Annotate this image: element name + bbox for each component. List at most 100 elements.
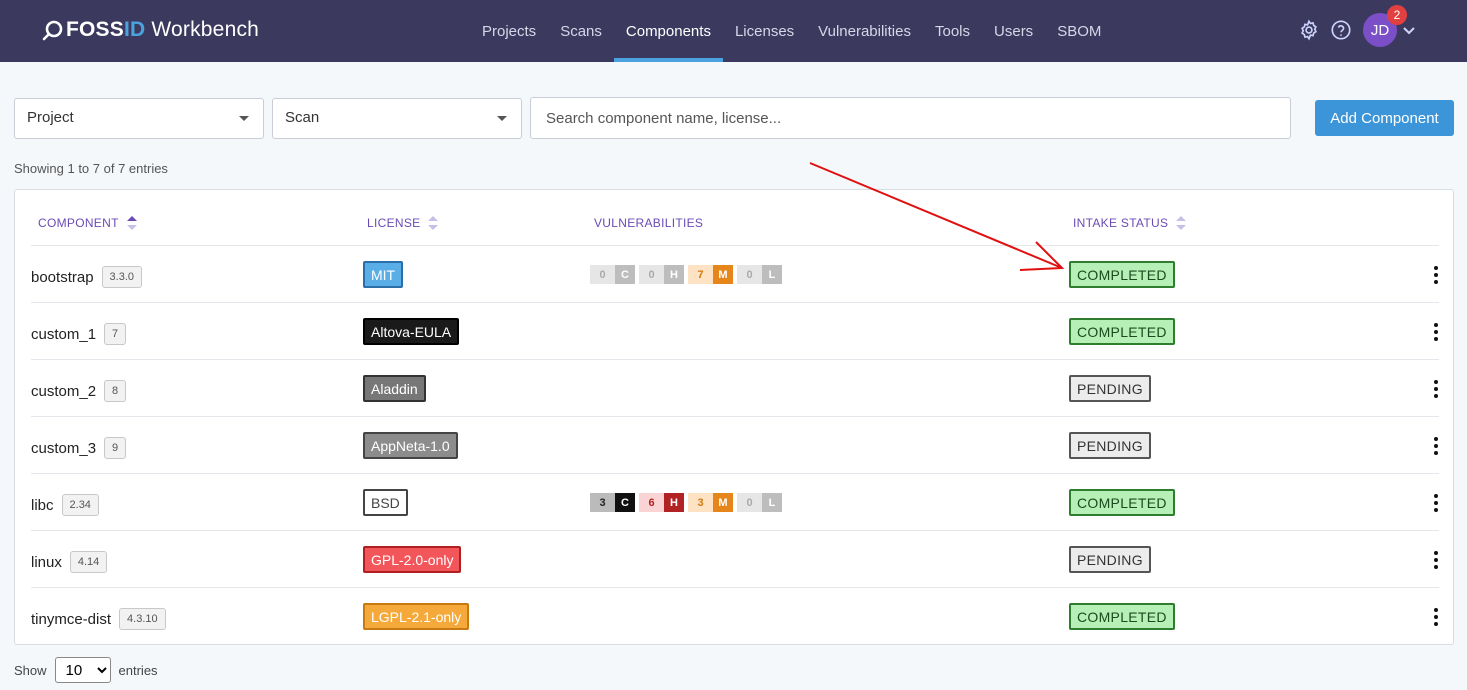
license-badge[interactable]: MIT xyxy=(363,261,404,288)
vuln-count: 0 xyxy=(639,265,664,284)
row-actions-menu-icon[interactable] xyxy=(1429,378,1443,400)
vuln-severity-label: C xyxy=(615,493,635,512)
vuln-count: 6 xyxy=(639,493,664,512)
user-initials: JD xyxy=(1370,21,1390,39)
sort-icon xyxy=(428,216,439,230)
vuln-count: 7 xyxy=(688,265,713,284)
intake-status-badge: COMPLETED xyxy=(1069,603,1175,630)
user-avatar[interactable]: JD 2 xyxy=(1363,5,1407,47)
component-name-cell: tinymce-dist 4.3.10 xyxy=(31,608,166,630)
component-name[interactable]: bootstrap xyxy=(31,269,94,286)
version-badge: 4.14 xyxy=(69,551,108,573)
top-navbar: FOSSID Workbench Projects Scans Components… xyxy=(0,0,1467,62)
component-name-cell: linux 4.14 xyxy=(31,551,108,573)
column-header-license[interactable]: LICENSE xyxy=(367,216,439,230)
gear-icon[interactable] xyxy=(1297,18,1321,42)
page-size-select[interactable]: 10 xyxy=(54,657,111,683)
table-footer: Show 10 entries xyxy=(14,657,158,683)
entries-label: entries xyxy=(118,662,158,678)
component-name-cell: bootstrap 3.3.0 xyxy=(31,266,143,288)
column-header-vulnerabilities: VULNERABILITIES xyxy=(594,216,704,230)
intake-status-badge: COMPLETED xyxy=(1069,318,1175,345)
vuln-severity-label: L xyxy=(762,493,782,512)
version-badge: 2.34 xyxy=(61,494,99,516)
version-badge: 3.3.0 xyxy=(101,266,143,288)
table-row[interactable]: custom_2 8 Aladdin PENDING xyxy=(31,360,1439,417)
notification-badge: 2 xyxy=(1387,5,1407,25)
nav-sbom[interactable]: SBOM xyxy=(1045,0,1113,62)
component-name[interactable]: custom_3 xyxy=(31,440,96,457)
license-badge[interactable]: BSD xyxy=(363,489,408,516)
vuln-severity-label: M xyxy=(713,265,733,284)
nav-vulnerabilities[interactable]: Vulnerabilities xyxy=(806,0,923,62)
version-badge: 8 xyxy=(104,380,127,402)
table-row[interactable]: linux 4.14 GPL-2.0-only PENDING xyxy=(31,531,1439,588)
license-badge[interactable]: AppNeta-1.0 xyxy=(363,432,458,459)
table-row[interactable]: tinymce-dist 4.3.10 LGPL-2.1-only COMPLE… xyxy=(31,588,1439,645)
row-actions-menu-icon[interactable] xyxy=(1429,549,1443,571)
license-badge[interactable]: GPL-2.0-only xyxy=(363,546,462,573)
component-name[interactable]: linux xyxy=(31,554,62,571)
project-select[interactable]: Project xyxy=(14,98,264,139)
component-name[interactable]: libc xyxy=(31,497,54,514)
project-select-label: Project xyxy=(27,109,74,126)
user-area: JD 2 xyxy=(1289,5,1417,50)
nav-projects[interactable]: Projects xyxy=(470,0,548,62)
help-icon[interactable] xyxy=(1329,18,1353,42)
license-badge[interactable]: Aladdin xyxy=(363,375,426,402)
column-header-component[interactable]: COMPONENT xyxy=(38,216,137,230)
vuln-count: 3 xyxy=(590,493,615,512)
vuln-severity-label: H xyxy=(664,493,684,512)
table-row[interactable]: custom_3 9 AppNeta-1.0 PENDING xyxy=(31,417,1439,474)
nav-scans[interactable]: Scans xyxy=(548,0,614,62)
show-label: Show xyxy=(14,662,47,678)
scan-select-label: Scan xyxy=(285,109,320,126)
vuln-severity-label: C xyxy=(615,265,635,284)
row-actions-menu-icon[interactable] xyxy=(1429,435,1443,457)
row-actions-menu-icon[interactable] xyxy=(1429,606,1443,628)
row-actions-menu-icon[interactable] xyxy=(1429,492,1443,514)
nav-tools[interactable]: Tools xyxy=(923,0,982,62)
entries-summary: Showing 1 to 7 of 7 entries xyxy=(14,161,168,176)
intake-status-badge: PENDING xyxy=(1069,546,1151,573)
add-component-button[interactable]: Add Component xyxy=(1315,100,1454,136)
vulnerability-badges: 0C0H7M0L xyxy=(590,265,782,284)
row-actions-menu-icon[interactable] xyxy=(1429,321,1443,343)
license-badge[interactable]: Altova-EULA xyxy=(363,318,460,345)
chevron-down-icon[interactable] xyxy=(1401,22,1417,38)
sort-icon xyxy=(1176,216,1187,230)
license-badge[interactable]: LGPL-2.1-only xyxy=(363,603,470,630)
table-row[interactable]: libc 2.34 BSD 3C6H3M0L COMPLETED xyxy=(31,474,1439,531)
table-row[interactable]: custom_1 7 Altova-EULA COMPLETED xyxy=(31,303,1439,360)
version-badge: 4.3.10 xyxy=(119,608,166,630)
search-input[interactable] xyxy=(530,97,1291,139)
vuln-severity-label: L xyxy=(762,265,782,284)
intake-status-badge: PENDING xyxy=(1069,375,1151,402)
row-actions-menu-icon[interactable] xyxy=(1429,264,1443,286)
component-name-cell: custom_1 7 xyxy=(31,323,127,345)
main-nav: Projects Scans Components Licenses Vulnerabi… xyxy=(470,0,1113,62)
component-name[interactable]: custom_1 xyxy=(31,326,96,343)
nav-users[interactable]: Users xyxy=(982,0,1045,62)
vuln-severity-label: M xyxy=(713,493,733,512)
sort-icon xyxy=(126,216,137,230)
caret-down-icon xyxy=(497,116,507,121)
table-row[interactable]: bootstrap 3.3.0 MIT 0C0H7M0L COMPLETED xyxy=(31,246,1439,303)
brand-product: Workbench xyxy=(151,18,260,41)
component-name[interactable]: tinymce-dist xyxy=(31,611,111,628)
intake-status-badge: COMPLETED xyxy=(1069,261,1175,288)
intake-status-badge: PENDING xyxy=(1069,432,1151,459)
nav-licenses[interactable]: Licenses xyxy=(723,0,806,62)
caret-down-icon xyxy=(239,116,249,121)
fossid-logo[interactable]: FOSSID Workbench xyxy=(42,16,259,44)
component-name-cell: custom_3 9 xyxy=(31,437,127,459)
nav-components[interactable]: Components xyxy=(613,0,724,62)
intake-status-badge: COMPLETED xyxy=(1069,489,1175,516)
column-header-intake-status[interactable]: INTAKE STATUS xyxy=(1073,216,1187,230)
component-name-cell: custom_2 8 xyxy=(31,380,127,402)
component-name-cell: libc 2.34 xyxy=(31,494,99,516)
scan-select[interactable]: Scan xyxy=(272,98,522,139)
component-name[interactable]: custom_2 xyxy=(31,383,96,400)
vuln-count: 3 xyxy=(688,493,713,512)
version-badge: 7 xyxy=(104,323,127,345)
